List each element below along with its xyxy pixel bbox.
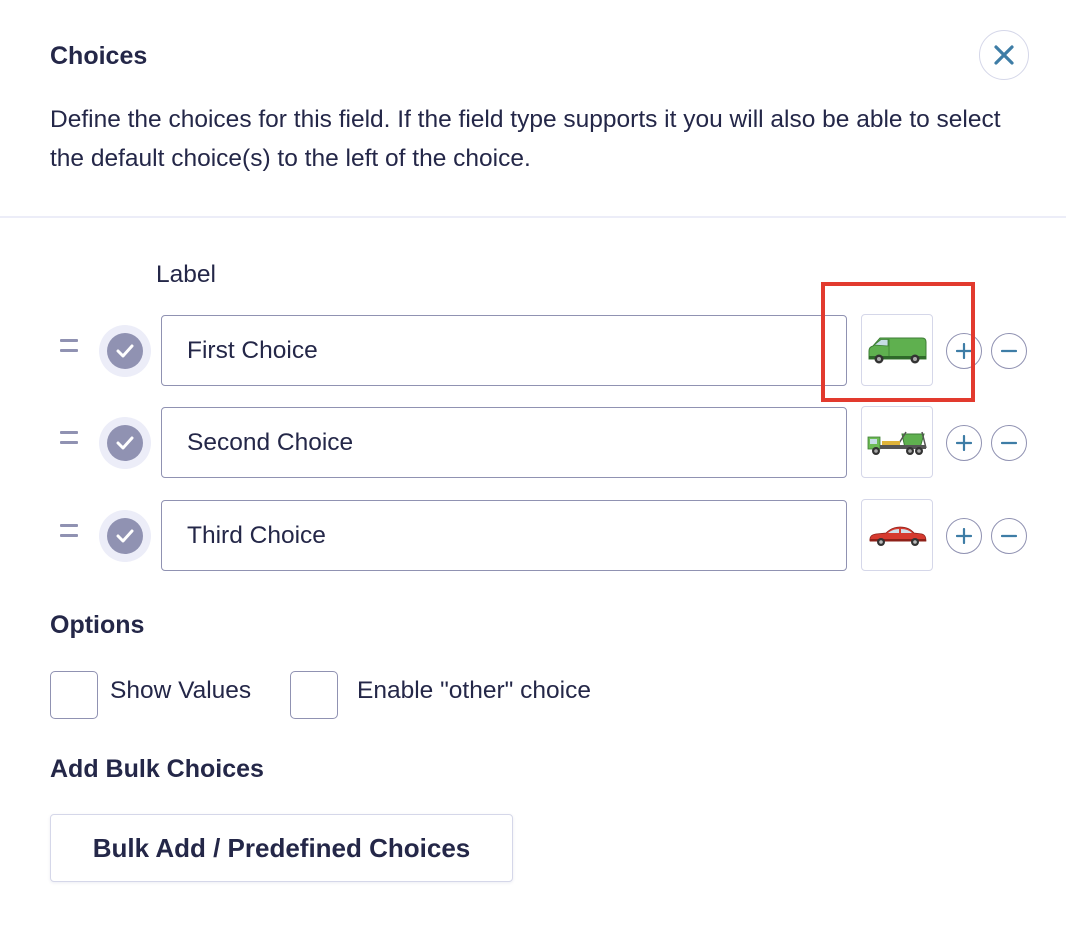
show-values-checkbox[interactable]	[50, 671, 98, 719]
default-choice-toggle[interactable]	[99, 417, 151, 469]
choice-image[interactable]	[861, 406, 933, 478]
label-column-heading: Label	[156, 261, 216, 288]
drag-handle-icon[interactable]	[59, 339, 79, 359]
close-icon	[994, 45, 1014, 65]
add-choice-button[interactable]	[946, 425, 982, 461]
default-choice-toggle[interactable]	[99, 325, 151, 377]
minus-icon	[1001, 349, 1017, 353]
minus-icon	[1001, 534, 1017, 538]
plus-icon	[956, 528, 972, 544]
enable-other-choice-checkbox[interactable]	[290, 671, 338, 719]
divider	[0, 216, 1066, 218]
skip-truck-image	[867, 431, 927, 455]
default-choice-toggle[interactable]	[99, 510, 151, 562]
highlight-annotation-box	[821, 282, 975, 402]
checkmark-icon	[116, 529, 134, 543]
checkmark-icon	[116, 436, 134, 450]
plus-icon	[956, 435, 972, 451]
choice-label-input[interactable]	[161, 407, 847, 478]
drag-handle-icon[interactable]	[59, 524, 79, 544]
panel-description: Define the choices for this field. If th…	[50, 106, 1001, 172]
red-car-image	[869, 526, 927, 546]
minus-icon	[1001, 441, 1017, 445]
bulk-add-button[interactable]: Bulk Add / Predefined Choices	[50, 814, 513, 882]
options-title: Options	[50, 611, 145, 639]
bulk-choices-title: Add Bulk Choices	[50, 755, 264, 783]
show-values-label[interactable]: Show Values	[110, 677, 251, 705]
add-choice-button[interactable]	[946, 518, 982, 554]
remove-choice-button[interactable]	[991, 333, 1027, 369]
panel-title: Choices	[50, 42, 148, 70]
choice-label-input[interactable]	[161, 315, 847, 386]
choice-image[interactable]	[861, 499, 933, 571]
remove-choice-button[interactable]	[991, 425, 1027, 461]
drag-handle-icon[interactable]	[59, 431, 79, 451]
choice-row	[0, 499, 1066, 571]
checkmark-icon	[116, 344, 134, 358]
choice-label-input[interactable]	[161, 500, 847, 571]
choice-row	[0, 406, 1066, 478]
close-button[interactable]	[979, 30, 1029, 80]
remove-choice-button[interactable]	[991, 518, 1027, 554]
enable-other-choice-label[interactable]: Enable "other" choice	[357, 677, 591, 705]
